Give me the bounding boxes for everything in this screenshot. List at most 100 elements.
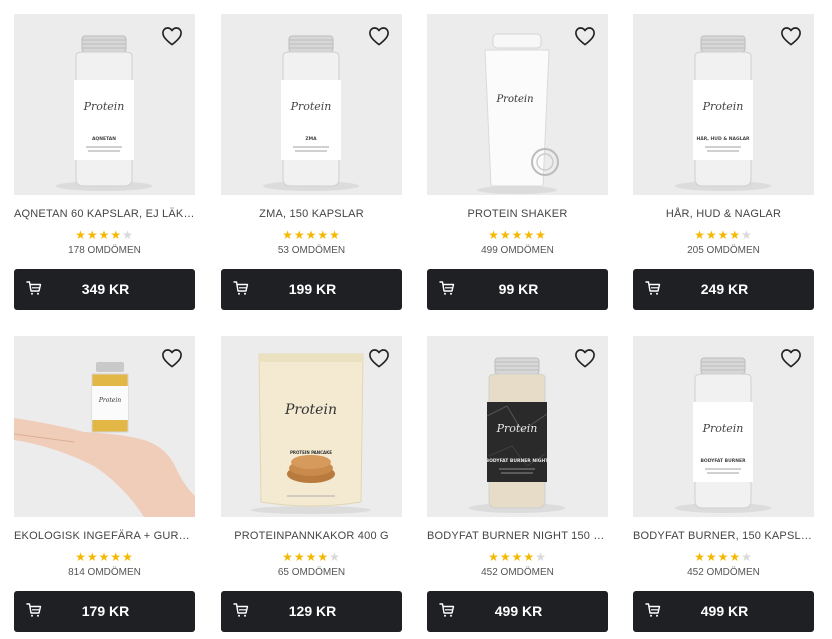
product-image[interactable]: Protein PROTEIN PANCAKE (221, 336, 402, 517)
star-icon: ★ (488, 550, 500, 564)
heart-outline-icon[interactable] (161, 348, 183, 368)
star-icon: ★ (282, 550, 294, 564)
star-icon: ★ (729, 550, 742, 564)
star-icon: ★ (488, 228, 500, 242)
star-rating: ★★★★★ (14, 550, 195, 564)
star-icon: ★ (499, 550, 512, 564)
product-title[interactable]: HÅR, HUD & NAGLAR (633, 207, 814, 221)
review-count: 178 OMDÖMEN (68, 245, 141, 256)
jar-label-text: BODYFAT BURNER NIGHT (486, 458, 550, 464)
product-card[interactable]: Protein PROTEIN PANCAKE PROTEINPANNKAKOR 4… (221, 336, 402, 632)
star-icon: ★ (729, 228, 742, 242)
star-icon: ★ (293, 550, 306, 564)
product-title[interactable]: PROTEIN SHAKER (427, 207, 608, 221)
star-icon: ★ (499, 228, 512, 242)
product-price: 129 KR (288, 603, 337, 619)
heart-outline-icon[interactable] (368, 26, 390, 46)
product-price: 199 KR (288, 281, 337, 297)
star-icon: ★ (694, 228, 706, 242)
product-image[interactable]: Protein (14, 336, 195, 517)
product-card[interactable]: Protein BODYFAT BURNER NIGHT BODYFAT BURNE… (427, 336, 608, 632)
star-icon: ★ (705, 228, 718, 242)
product-title[interactable]: BODYFAT BURNER NIGHT 150 KA... (427, 529, 608, 543)
star-icon: ★ (98, 228, 111, 242)
product-title[interactable]: PROTEINPANNKAKOR 400 G (221, 529, 402, 543)
add-to-cart-button[interactable]: 349 KR (14, 269, 195, 310)
brand-logo: Protein (290, 100, 332, 113)
product-card[interactable]: Protein AQNETAN AQNETAN 60 KAPSLAR, EJ LÄK… (14, 14, 195, 310)
star-rating: ★★★★★ (221, 550, 402, 564)
add-to-cart-button[interactable]: 499 KR (633, 591, 814, 632)
product-price: 249 KR (700, 281, 749, 297)
product-card[interactable]: Protein HÅR, HUD & NAGLAR HÅR, HUD & NAGLA… (633, 14, 814, 310)
star-icon: ★ (110, 550, 123, 564)
heart-outline-icon[interactable] (161, 26, 183, 46)
add-to-cart-button[interactable]: 199 KR (221, 269, 402, 310)
add-to-cart-button[interactable]: 99 KR (427, 269, 608, 310)
product-card[interactable]: Protein BODYFAT BURNER BODYFAT BURNER, 150… (633, 336, 814, 632)
heart-outline-icon[interactable] (368, 348, 390, 368)
star-icon: ★ (705, 550, 718, 564)
heart-outline-icon[interactable] (780, 348, 802, 368)
product-title[interactable]: BODYFAT BURNER, 150 KAPSLAR (633, 529, 814, 543)
star-rating: ★★★★★ (633, 228, 814, 242)
brand-logo: Protein (702, 422, 744, 435)
product-price: 499 KR (494, 603, 543, 619)
review-count: 53 OMDÖMEN (277, 245, 346, 256)
svg-text:Protein: Protein (495, 94, 533, 105)
product-image[interactable]: Protein HÅR, HUD & NAGLAR (633, 14, 814, 195)
star-icon: ★ (122, 550, 134, 564)
product-price: 349 KR (81, 281, 130, 297)
product-image[interactable]: Protein (427, 14, 608, 195)
product-image[interactable]: Protein BODYFAT BURNER NIGHT (427, 336, 608, 517)
star-icon: ★ (317, 550, 330, 564)
product-title[interactable]: ZMA, 150 KAPSLAR (221, 207, 402, 221)
star-icon: ★ (305, 228, 318, 242)
review-count: 205 OMDÖMEN (687, 245, 760, 256)
add-to-cart-button[interactable]: 129 KR (221, 591, 402, 632)
add-to-cart-button[interactable]: 499 KR (427, 591, 608, 632)
review-count: 814 OMDÖMEN (68, 567, 141, 578)
product-price: 179 KR (81, 603, 130, 619)
jar-label-text: ZMA (305, 136, 317, 142)
add-to-cart-button[interactable]: 249 KR (633, 269, 814, 310)
product-card[interactable]: Protein ZMA ZMA, 150 KAPSLAR ★★★★★ 53 OMDÖME… (221, 14, 402, 310)
svg-text:Protein: Protein (98, 397, 121, 404)
product-card[interactable]: Protein EKOLOGISK INGEFÄRA + GURKM... ★★★★… (14, 336, 195, 632)
product-image[interactable]: Protein BODYFAT BURNER (633, 336, 814, 517)
star-icon: ★ (110, 228, 123, 242)
star-rating: ★★★★★ (633, 550, 814, 564)
star-icon: ★ (293, 228, 306, 242)
product-image[interactable]: Protein ZMA (221, 14, 402, 195)
star-icon: ★ (122, 228, 134, 242)
heart-outline-icon[interactable] (574, 348, 596, 368)
star-icon: ★ (741, 228, 753, 242)
brand-logo: Protein (496, 422, 538, 435)
star-icon: ★ (317, 228, 330, 242)
star-icon: ★ (535, 228, 547, 242)
star-icon: ★ (75, 550, 87, 564)
product-title[interactable]: EKOLOGISK INGEFÄRA + GURKM... (14, 529, 195, 543)
review-count: 452 OMDÖMEN (687, 567, 760, 578)
star-icon: ★ (523, 228, 536, 242)
product-grid: Protein AQNETAN AQNETAN 60 KAPSLAR, EJ LÄK… (0, 0, 832, 639)
star-icon: ★ (694, 550, 706, 564)
star-icon: ★ (75, 228, 87, 242)
product-title[interactable]: AQNETAN 60 KAPSLAR, EJ LÄKE... (14, 207, 195, 221)
star-icon: ★ (305, 550, 318, 564)
star-icon: ★ (741, 550, 753, 564)
product-card[interactable]: Protein PROTEIN SHAKER ★★★★★ 499 OMDÖMEN 99 … (427, 14, 608, 310)
star-icon: ★ (523, 550, 536, 564)
product-image[interactable]: Protein AQNETAN (14, 14, 195, 195)
star-icon: ★ (86, 228, 99, 242)
review-count: 452 OMDÖMEN (481, 567, 554, 578)
star-icon: ★ (511, 550, 524, 564)
heart-outline-icon[interactable] (780, 26, 802, 46)
svg-text:PROTEIN PANCAKE: PROTEIN PANCAKE (290, 450, 332, 455)
star-icon: ★ (329, 550, 341, 564)
jar-label-text: BODYFAT BURNER (700, 458, 746, 464)
add-to-cart-button[interactable]: 179 KR (14, 591, 195, 632)
heart-outline-icon[interactable] (574, 26, 596, 46)
star-rating: ★★★★★ (427, 228, 608, 242)
review-count: 499 OMDÖMEN (481, 245, 554, 256)
